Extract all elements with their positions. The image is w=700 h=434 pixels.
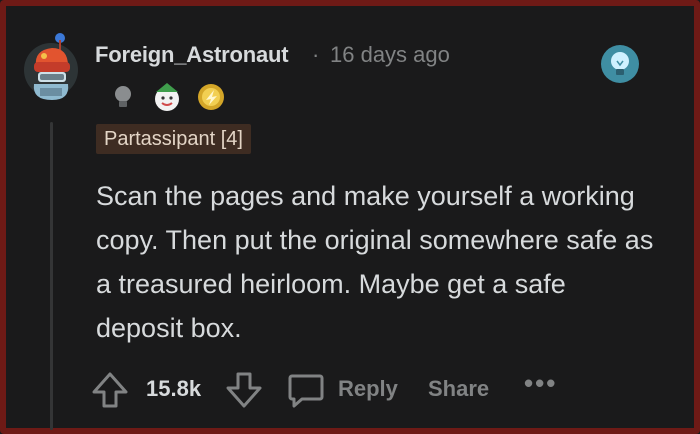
vote-score: 15.8k [146, 376, 202, 401]
upvote-arrow-icon [92, 372, 128, 408]
lightbulb-award-icon[interactable] [106, 80, 140, 114]
reply-button[interactable]: Reply [338, 376, 398, 402]
share-button[interactable]: Share [428, 376, 489, 402]
more-options-button[interactable]: ••• [524, 368, 557, 399]
user-flair: Partassipant [4] [96, 124, 251, 154]
username[interactable]: Foreign_Astronaut [95, 42, 289, 68]
comment-card: Foreign_Astronaut · 16 days ago Partassi… [0, 0, 700, 434]
speech-bubble-icon [288, 374, 324, 408]
lightbulb-award-icon [601, 45, 639, 83]
gold-award-icon[interactable] [194, 80, 228, 114]
downvote-arrow-icon [226, 372, 262, 408]
separator-dot: · [312, 42, 320, 67]
avatar-icon [24, 33, 78, 100]
timestamp[interactable]: 16 days ago [330, 42, 450, 68]
thread-line[interactable] [50, 122, 53, 430]
comment-body: Scan the pages and make yourself a worki… [96, 181, 654, 343]
reply-icon-button[interactable] [286, 370, 326, 410]
award-button[interactable] [600, 44, 640, 84]
upvote-button[interactable] [90, 370, 130, 410]
user-avatar[interactable] [22, 32, 80, 104]
comment-actions: 15.8k Reply Share ••• [90, 364, 610, 414]
wholesome-award-icon[interactable] [150, 80, 184, 114]
downvote-button[interactable] [224, 370, 264, 410]
